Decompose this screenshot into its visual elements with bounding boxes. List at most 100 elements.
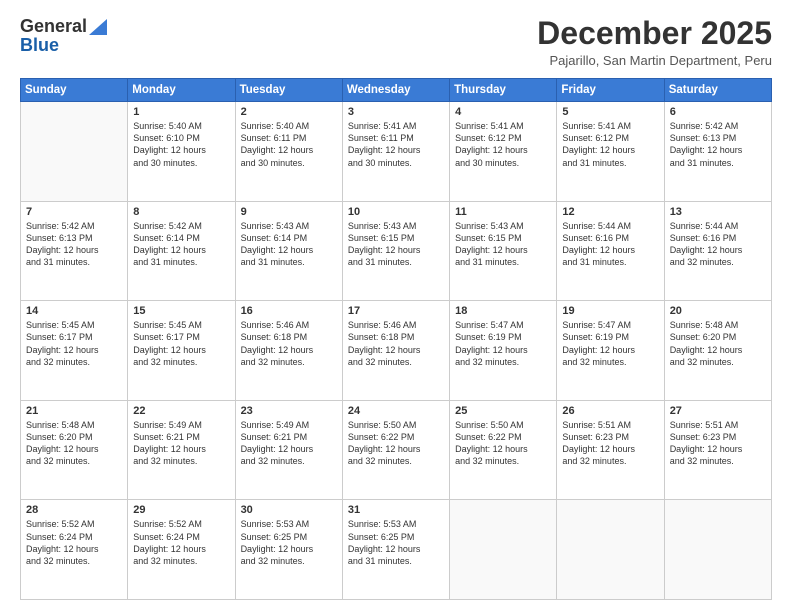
day-number: 15 [133, 305, 229, 317]
calendar-cell: 12 Sunrise: 5:44 AMSunset: 6:16 PMDayligh… [557, 201, 664, 301]
calendar-cell: 19 Sunrise: 5:47 AMSunset: 6:19 PMDayligh… [557, 301, 664, 401]
calendar-cell: 24 Sunrise: 5:50 AMSunset: 6:22 PMDayligh… [342, 400, 449, 500]
calendar-cell: 28 Sunrise: 5:52 AMSunset: 6:24 PMDayligh… [21, 500, 128, 600]
day-number: 1 [133, 106, 229, 118]
day-number: 9 [241, 206, 337, 218]
day-info: Sunrise: 5:47 AMSunset: 6:19 PMDaylight:… [562, 319, 658, 368]
day-info: Sunrise: 5:40 AMSunset: 6:10 PMDaylight:… [133, 120, 229, 169]
day-info: Sunrise: 5:49 AMSunset: 6:21 PMDaylight:… [133, 419, 229, 468]
day-info: Sunrise: 5:43 AMSunset: 6:15 PMDaylight:… [348, 220, 444, 269]
calendar-cell [450, 500, 557, 600]
day-info: Sunrise: 5:41 AMSunset: 6:12 PMDaylight:… [562, 120, 658, 169]
day-number: 3 [348, 106, 444, 118]
weekday-header-tuesday: Tuesday [235, 79, 342, 102]
calendar-cell: 1 Sunrise: 5:40 AMSunset: 6:10 PMDaylight… [128, 102, 235, 202]
calendar-cell: 10 Sunrise: 5:43 AMSunset: 6:15 PMDayligh… [342, 201, 449, 301]
calendar-cell: 4 Sunrise: 5:41 AMSunset: 6:12 PMDaylight… [450, 102, 557, 202]
day-number: 27 [670, 405, 766, 417]
logo-blue-text: Blue [20, 35, 107, 56]
logo: General Blue [20, 16, 107, 56]
day-info: Sunrise: 5:52 AMSunset: 6:24 PMDaylight:… [133, 518, 229, 567]
calendar-cell: 30Sunrise: 5:53 AMSunset: 6:25 PMDayligh… [235, 500, 342, 600]
calendar-cell: 17Sunrise: 5:46 AMSunset: 6:18 PMDayligh… [342, 301, 449, 401]
day-info: Sunrise: 5:45 AMSunset: 6:17 PMDaylight:… [133, 319, 229, 368]
week-row-2: 7Sunrise: 5:42 AMSunset: 6:13 PMDaylight… [21, 201, 772, 301]
title-block: December 2025 Pajarillo, San Martin Depa… [537, 16, 772, 68]
day-info: Sunrise: 5:44 AMSunset: 6:16 PMDaylight:… [670, 220, 766, 269]
day-number: 31 [348, 504, 444, 516]
day-number: 22 [133, 405, 229, 417]
calendar-cell: 13Sunrise: 5:44 AMSunset: 6:16 PMDayligh… [664, 201, 771, 301]
day-number: 18 [455, 305, 551, 317]
weekday-header-friday: Friday [557, 79, 664, 102]
month-title: December 2025 [537, 16, 772, 51]
day-info: Sunrise: 5:53 AMSunset: 6:25 PMDaylight:… [348, 518, 444, 567]
calendar-cell: 6 Sunrise: 5:42 AMSunset: 6:13 PMDaylight… [664, 102, 771, 202]
week-row-5: 28 Sunrise: 5:52 AMSunset: 6:24 PMDayligh… [21, 500, 772, 600]
weekday-header-wednesday: Wednesday [342, 79, 449, 102]
day-number: 4 [455, 106, 551, 118]
calendar-cell: 5 Sunrise: 5:41 AMSunset: 6:12 PMDaylight… [557, 102, 664, 202]
day-info: Sunrise: 5:45 AMSunset: 6:17 PMDaylight:… [26, 319, 122, 368]
day-number: 17 [348, 305, 444, 317]
logo-general-text: General [20, 16, 87, 37]
day-number: 26 [562, 405, 658, 417]
calendar-cell [664, 500, 771, 600]
day-info: Sunrise: 5:49 AMSunset: 6:21 PMDaylight:… [241, 419, 337, 468]
day-number: 10 [348, 206, 444, 218]
calendar-cell: 14Sunrise: 5:45 AMSunset: 6:17 PMDayligh… [21, 301, 128, 401]
calendar-table: SundayMondayTuesdayWednesdayThursdayFrid… [20, 78, 772, 600]
weekday-header-saturday: Saturday [664, 79, 771, 102]
day-info: Sunrise: 5:50 AMSunset: 6:22 PMDaylight:… [348, 419, 444, 468]
day-info: Sunrise: 5:42 AMSunset: 6:13 PMDaylight:… [26, 220, 122, 269]
day-number: 23 [241, 405, 337, 417]
calendar-cell [557, 500, 664, 600]
day-info: Sunrise: 5:41 AMSunset: 6:11 PMDaylight:… [348, 120, 444, 169]
calendar-cell: 29 Sunrise: 5:52 AMSunset: 6:24 PMDayligh… [128, 500, 235, 600]
day-number: 8 [133, 206, 229, 218]
day-number: 16 [241, 305, 337, 317]
header: General Blue December 2025 Pajarillo, Sa… [20, 16, 772, 68]
calendar-cell: 7Sunrise: 5:42 AMSunset: 6:13 PMDaylight… [21, 201, 128, 301]
day-number: 25 [455, 405, 551, 417]
calendar-cell: 23 Sunrise: 5:49 AMSunset: 6:21 PMDayligh… [235, 400, 342, 500]
weekday-header-sunday: Sunday [21, 79, 128, 102]
day-info: Sunrise: 5:42 AMSunset: 6:14 PMDaylight:… [133, 220, 229, 269]
day-info: Sunrise: 5:50 AMSunset: 6:22 PMDaylight:… [455, 419, 551, 468]
day-info: Sunrise: 5:51 AMSunset: 6:23 PMDaylight:… [562, 419, 658, 468]
calendar-cell: 22 Sunrise: 5:49 AMSunset: 6:21 PMDayligh… [128, 400, 235, 500]
day-number: 29 [133, 504, 229, 516]
logo-icon [89, 19, 107, 35]
week-row-4: 21 Sunrise: 5:48 AMSunset: 6:20 PMDayligh… [21, 400, 772, 500]
weekday-header-thursday: Thursday [450, 79, 557, 102]
day-number: 24 [348, 405, 444, 417]
day-info: Sunrise: 5:51 AMSunset: 6:23 PMDaylight:… [670, 419, 766, 468]
day-number: 5 [562, 106, 658, 118]
calendar-cell: 21 Sunrise: 5:48 AMSunset: 6:20 PMDayligh… [21, 400, 128, 500]
day-number: 30 [241, 504, 337, 516]
day-number: 19 [562, 305, 658, 317]
day-info: Sunrise: 5:52 AMSunset: 6:24 PMDaylight:… [26, 518, 122, 567]
day-info: Sunrise: 5:48 AMSunset: 6:20 PMDaylight:… [670, 319, 766, 368]
calendar-cell: 31 Sunrise: 5:53 AMSunset: 6:25 PMDayligh… [342, 500, 449, 600]
day-info: Sunrise: 5:42 AMSunset: 6:13 PMDaylight:… [670, 120, 766, 169]
day-info: Sunrise: 5:48 AMSunset: 6:20 PMDaylight:… [26, 419, 122, 468]
day-number: 28 [26, 504, 122, 516]
location-subtitle: Pajarillo, San Martin Department, Peru [537, 53, 772, 68]
day-number: 6 [670, 106, 766, 118]
day-info: Sunrise: 5:41 AMSunset: 6:12 PMDaylight:… [455, 120, 551, 169]
weekday-header-monday: Monday [128, 79, 235, 102]
calendar-cell [21, 102, 128, 202]
calendar-cell: 20Sunrise: 5:48 AMSunset: 6:20 PMDayligh… [664, 301, 771, 401]
calendar-cell: 25 Sunrise: 5:50 AMSunset: 6:22 PMDayligh… [450, 400, 557, 500]
week-row-3: 14Sunrise: 5:45 AMSunset: 6:17 PMDayligh… [21, 301, 772, 401]
week-row-1: 1 Sunrise: 5:40 AMSunset: 6:10 PMDaylight… [21, 102, 772, 202]
day-number: 12 [562, 206, 658, 218]
calendar-cell: 16 Sunrise: 5:46 AMSunset: 6:18 PMDayligh… [235, 301, 342, 401]
day-number: 11 [455, 206, 551, 218]
day-info: Sunrise: 5:46 AMSunset: 6:18 PMDaylight:… [241, 319, 337, 368]
calendar-cell: 27 Sunrise: 5:51 AMSunset: 6:23 PMDayligh… [664, 400, 771, 500]
day-number: 21 [26, 405, 122, 417]
day-info: Sunrise: 5:44 AMSunset: 6:16 PMDaylight:… [562, 220, 658, 269]
calendar-cell: 8 Sunrise: 5:42 AMSunset: 6:14 PMDaylight… [128, 201, 235, 301]
